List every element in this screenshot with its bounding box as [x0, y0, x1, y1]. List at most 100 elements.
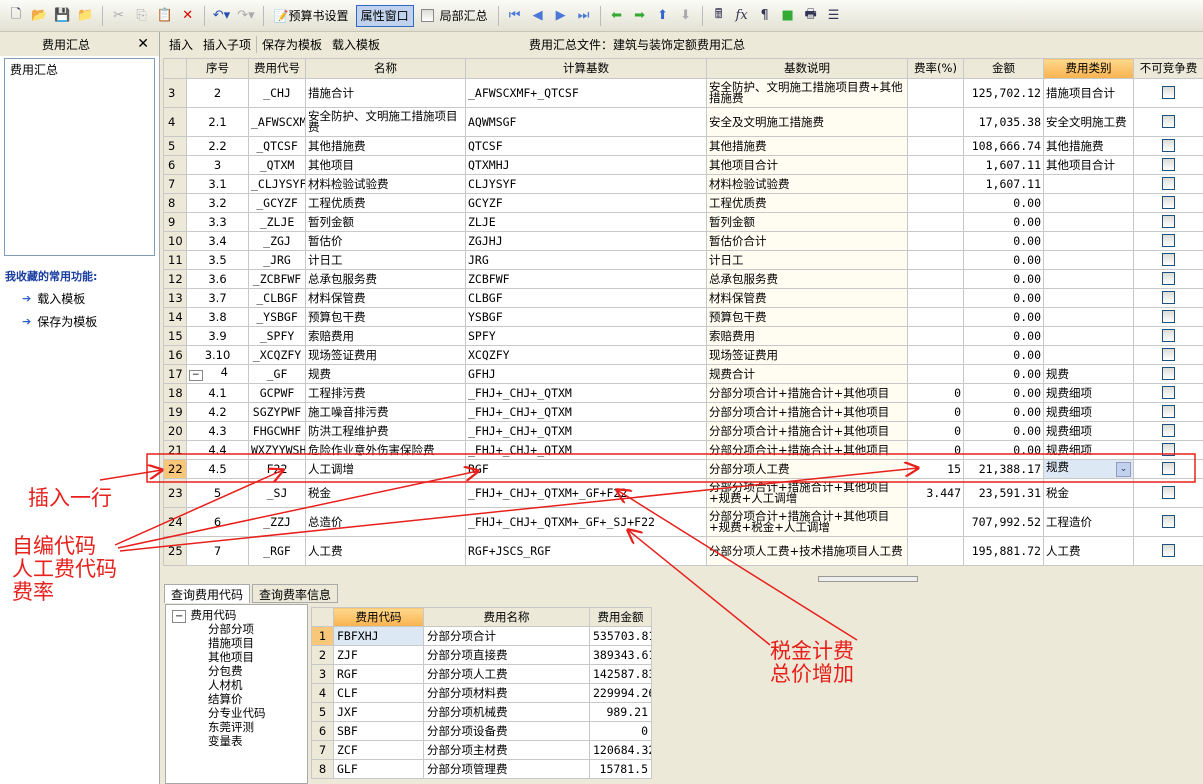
row-number[interactable]: 15 [163, 326, 187, 346]
base-cell[interactable]: YSBGF [465, 307, 707, 327]
base-cell[interactable]: _AFWSCXMF+_QTCSF [465, 78, 707, 108]
table-row[interactable]: 17−4 _GF 规费 GFHJ 规费合计 0.00 规费 [163, 364, 1203, 384]
code-cell[interactable]: _GCYZF [248, 193, 306, 213]
code-cell[interactable]: JXF [333, 702, 424, 722]
noncompetitive-checkbox[interactable] [1162, 543, 1175, 557]
row-number[interactable]: 4 [163, 107, 187, 137]
rate-cell[interactable]: 0 [907, 402, 964, 422]
tab-query-fee-code[interactable]: 查询费用代码 [164, 584, 251, 603]
table-row[interactable]: 6 3 _QTXM 其他项目 QTXMHJ 其他项目合计 1,607.11 其他项目合计 [163, 155, 1203, 175]
code-cell[interactable]: FHGCWHF [248, 421, 306, 441]
row-number[interactable]: 19 [163, 402, 187, 422]
base-cell[interactable]: QTCSF [465, 136, 707, 156]
code-cell[interactable]: _CLBGF [248, 288, 306, 308]
column-header[interactable]: 费用金额 [589, 607, 652, 627]
base-cell[interactable]: QTXMHJ [465, 155, 707, 175]
paste-icon[interactable]: 📋 [155, 5, 175, 27]
column-header[interactable]: 计算基数 [465, 58, 707, 79]
row-number[interactable]: 20 [163, 421, 187, 441]
row-number[interactable]: 23 [163, 478, 187, 508]
column-header[interactable]: 金额 [963, 58, 1044, 79]
collapse-icon[interactable]: − [172, 610, 187, 623]
cut-icon[interactable]: ✂ [109, 5, 129, 27]
budget-settings-button[interactable]: 📝 预算书设置 [270, 5, 353, 27]
favorite-load-template[interactable]: ➔ 载入模板 [0, 284, 159, 307]
column-header[interactable]: 名称 [305, 58, 466, 79]
rate-cell[interactable] [907, 231, 964, 251]
column-header[interactable]: 费用代号 [248, 58, 306, 79]
favorite-save-template[interactable]: ➔ 保存为模板 [0, 307, 159, 330]
code-cell[interactable]: _ZCBFWF [248, 269, 306, 289]
list-icon[interactable]: ☰ [824, 5, 844, 27]
category-cell[interactable]: 税金 [1043, 478, 1134, 508]
horizontal-scrollbar[interactable] [818, 576, 918, 582]
collapse-icon[interactable]: − [189, 370, 203, 381]
column-header[interactable]: 费用名称 [423, 607, 590, 627]
row-number[interactable]: 16 [163, 345, 187, 365]
code-cell[interactable]: _RGF [248, 536, 306, 566]
base-cell[interactable]: _FHJ+_CHJ+_QTXM [465, 421, 707, 441]
rate-cell[interactable] [907, 107, 964, 137]
print-icon[interactable]: 🖶 [801, 5, 821, 27]
base-cell[interactable]: SPFY [465, 326, 707, 346]
tree-item[interactable]: 分专业代码 [172, 706, 301, 720]
table-row[interactable]: 4 CLF 分部分项材料费 229994.26 [311, 683, 652, 703]
category-cell[interactable]: 人工费 [1043, 536, 1134, 566]
table-row[interactable]: 7 3.1 _CLJYSYF 材料检验试验费 CLJYSYF 材料检验试验费 1,607.1… [163, 174, 1203, 194]
row-number[interactable]: 13 [163, 288, 187, 308]
category-cell[interactable]: 规费细项 [1043, 440, 1134, 460]
row-number[interactable]: 5 [163, 136, 187, 156]
delete-icon[interactable]: ✕ [178, 5, 198, 27]
row-number[interactable]: 14 [163, 307, 187, 327]
category-cell[interactable] [1043, 326, 1134, 346]
category-cell[interactable] [1043, 345, 1134, 365]
prev-icon[interactable]: ◀ [528, 5, 548, 27]
load-template-button[interactable]: 载入模板 [327, 36, 385, 53]
code-cell[interactable]: RGF [333, 664, 424, 684]
noncompetitive-checkbox[interactable] [1162, 176, 1175, 190]
name-cell[interactable]: 现场签证费用 [305, 345, 466, 365]
base-cell[interactable]: _FHJ+_CHJ+_QTXM [465, 383, 707, 403]
table-row[interactable]: 8 GLF 分部分项管理费 15781.5 [311, 759, 652, 779]
row-number[interactable]: 25 [163, 536, 187, 566]
table-row[interactable]: 12 3.6 _ZCBFWF 总承包服务费 ZCBFWF 总承包服务费 0.00 [163, 269, 1203, 289]
table-row[interactable]: 1 FBFXHJ 分部分项合计 535703.81 [311, 626, 652, 646]
noncompetitive-checkbox[interactable] [1162, 157, 1175, 171]
tree-item[interactable]: 措施项目 [172, 636, 301, 650]
table-row[interactable]: 8 3.2 _GCYZF 工程优质费 GCYZF 工程优质费 0.00 [163, 193, 1203, 213]
row-number[interactable]: 7 [163, 174, 187, 194]
name-cell[interactable]: 防洪工程维护费 [305, 421, 466, 441]
noncompetitive-checkbox[interactable] [1162, 309, 1175, 323]
rate-cell[interactable] [907, 174, 964, 194]
noncompetitive-checkbox[interactable] [1162, 138, 1175, 152]
code-cell[interactable]: _YSBGF [248, 307, 306, 327]
code-cell[interactable]: _SJ [248, 478, 306, 508]
move-right-icon[interactable]: ➡ [630, 5, 650, 27]
save-icon[interactable]: 💾 [52, 5, 72, 27]
table-row[interactable]: 20 4.3 FHGCWHF 防洪工程维护费 _FHJ+_CHJ+_QTXM 分部分项合计… [163, 421, 1203, 441]
noncompetitive-checkbox[interactable] [1162, 85, 1175, 99]
code-cell[interactable]: SGZYPWF [248, 402, 306, 422]
name-cell[interactable]: 工程优质费 [305, 193, 466, 213]
category-cell[interactable]: 其他措施费 [1043, 136, 1134, 156]
tree-item[interactable]: 变量表 [172, 734, 301, 748]
code-cell[interactable]: GCPWF [248, 383, 306, 403]
move-up-icon[interactable]: ⬆ [653, 5, 673, 27]
rate-cell[interactable]: 0 [907, 440, 964, 460]
code-cell[interactable]: _QTCSF [248, 136, 306, 156]
code-cell[interactable]: _AFWSCXMF [248, 107, 306, 137]
base-cell[interactable]: _FHJ+_CHJ+_QTXM [465, 440, 707, 460]
code-cell[interactable]: _XCQZFY [248, 345, 306, 365]
noncompetitive-checkbox[interactable] [1162, 404, 1175, 418]
first-icon[interactable]: ⏮ [505, 5, 525, 27]
table-row[interactable]: 13 3.7 _CLBGF 材料保管费 CLBGF 材料保管费 0.00 [163, 288, 1203, 308]
category-cell[interactable]: 其他项目合计 [1043, 155, 1134, 175]
code-cell[interactable]: _ZGJ [248, 231, 306, 251]
name-cell[interactable]: 总承包服务费 [305, 269, 466, 289]
noncompetitive-checkbox[interactable] [1162, 385, 1175, 399]
base-cell[interactable]: _FHJ+_CHJ+_QTXM+_GF+_SJ+F22 [465, 507, 707, 537]
rate-cell[interactable] [907, 326, 964, 346]
table-row[interactable]: 9 3.3 _ZLJE 暂列金额 ZLJE 暂列金额 0.00 [163, 212, 1203, 232]
name-cell[interactable]: 税金 [305, 478, 466, 508]
rate-cell[interactable] [907, 269, 964, 289]
